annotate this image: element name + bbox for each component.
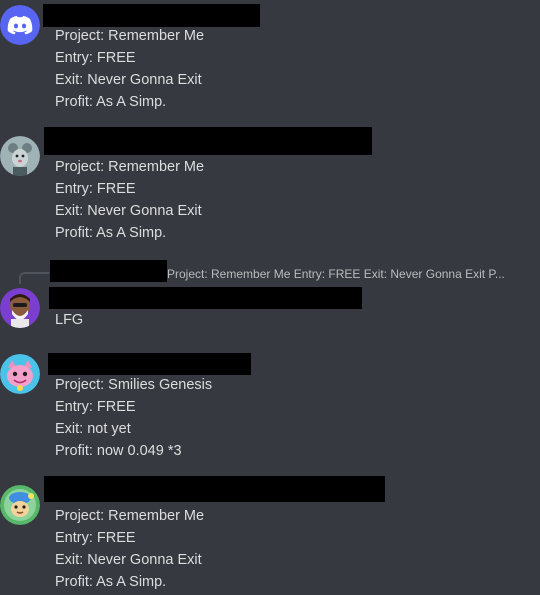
message-line: Exit: Never Gonna Exit (55, 72, 202, 88)
message-content: Project: Remember Me Entry: FREE Exit: N… (55, 25, 204, 113)
redacted-username (43, 4, 260, 27)
message-content: Project: Smilies Genesis Entry: FREE Exi… (55, 374, 212, 462)
avatar[interactable] (0, 136, 40, 176)
chat-message-list: Project: Remember Me Entry: FREE Exit: N… (0, 0, 540, 595)
message-line: Profit: As A Simp. (55, 94, 167, 110)
chat-message: Project: Remember Me Entry: FREE Exit: N… (0, 255, 540, 335)
message-line: Project: Remember Me (55, 508, 205, 524)
message-line: Project: Remember Me (55, 159, 205, 175)
message-line: Profit: As A Simp. (55, 574, 167, 590)
message-line: Entry: FREE (55, 399, 136, 415)
avatar[interactable] (0, 5, 40, 45)
chat-message: Project: Remember Me Entry: FREE Exit: N… (0, 475, 540, 595)
message-content: LFG (55, 309, 83, 331)
message-line: Entry: FREE (55, 181, 136, 197)
redacted-username (44, 127, 372, 155)
message-line: Entry: FREE (55, 530, 136, 546)
message-line: Project: Smilies Genesis (55, 377, 213, 393)
redacted-username (44, 476, 385, 502)
mouse-character-avatar-icon (0, 136, 40, 176)
message-line: Profit: now 0.049 *3 (55, 443, 182, 459)
discord-logo-icon (0, 5, 40, 45)
chat-message: Project: Remember Me Entry: FREE Exit: N… (0, 120, 540, 250)
avatar[interactable] (0, 485, 40, 525)
message-line: Exit: not yet (55, 421, 131, 437)
reply-preview-text[interactable]: Project: Remember Me Entry: FREE Exit: N… (167, 266, 505, 282)
pink-cat-avatar-icon (0, 354, 40, 394)
message-line: Exit: Never Gonna Exit (55, 552, 202, 568)
message-content: Project: Remember Me Entry: FREE Exit: N… (55, 156, 204, 244)
message-line: Entry: FREE (55, 50, 136, 66)
chat-message: Project: Smilies Genesis Entry: FREE Exi… (0, 345, 540, 470)
avatar[interactable] (0, 288, 40, 328)
reply-connector (19, 272, 49, 284)
message-line: Profit: As A Simp. (55, 225, 167, 241)
redacted-username (49, 287, 362, 309)
fish-character-avatar-icon (0, 485, 40, 525)
bearded-character-avatar-icon (0, 288, 40, 328)
message-line: LFG (55, 312, 84, 328)
message-content: Project: Remember Me Entry: FREE Exit: N… (55, 505, 204, 593)
redacted-reply-username (50, 260, 167, 282)
message-line: Exit: Never Gonna Exit (55, 203, 202, 219)
chat-message: Project: Remember Me Entry: FREE Exit: N… (0, 0, 540, 120)
message-line: Project: Remember Me (55, 28, 205, 44)
avatar[interactable] (0, 354, 40, 394)
redacted-username (48, 353, 251, 375)
